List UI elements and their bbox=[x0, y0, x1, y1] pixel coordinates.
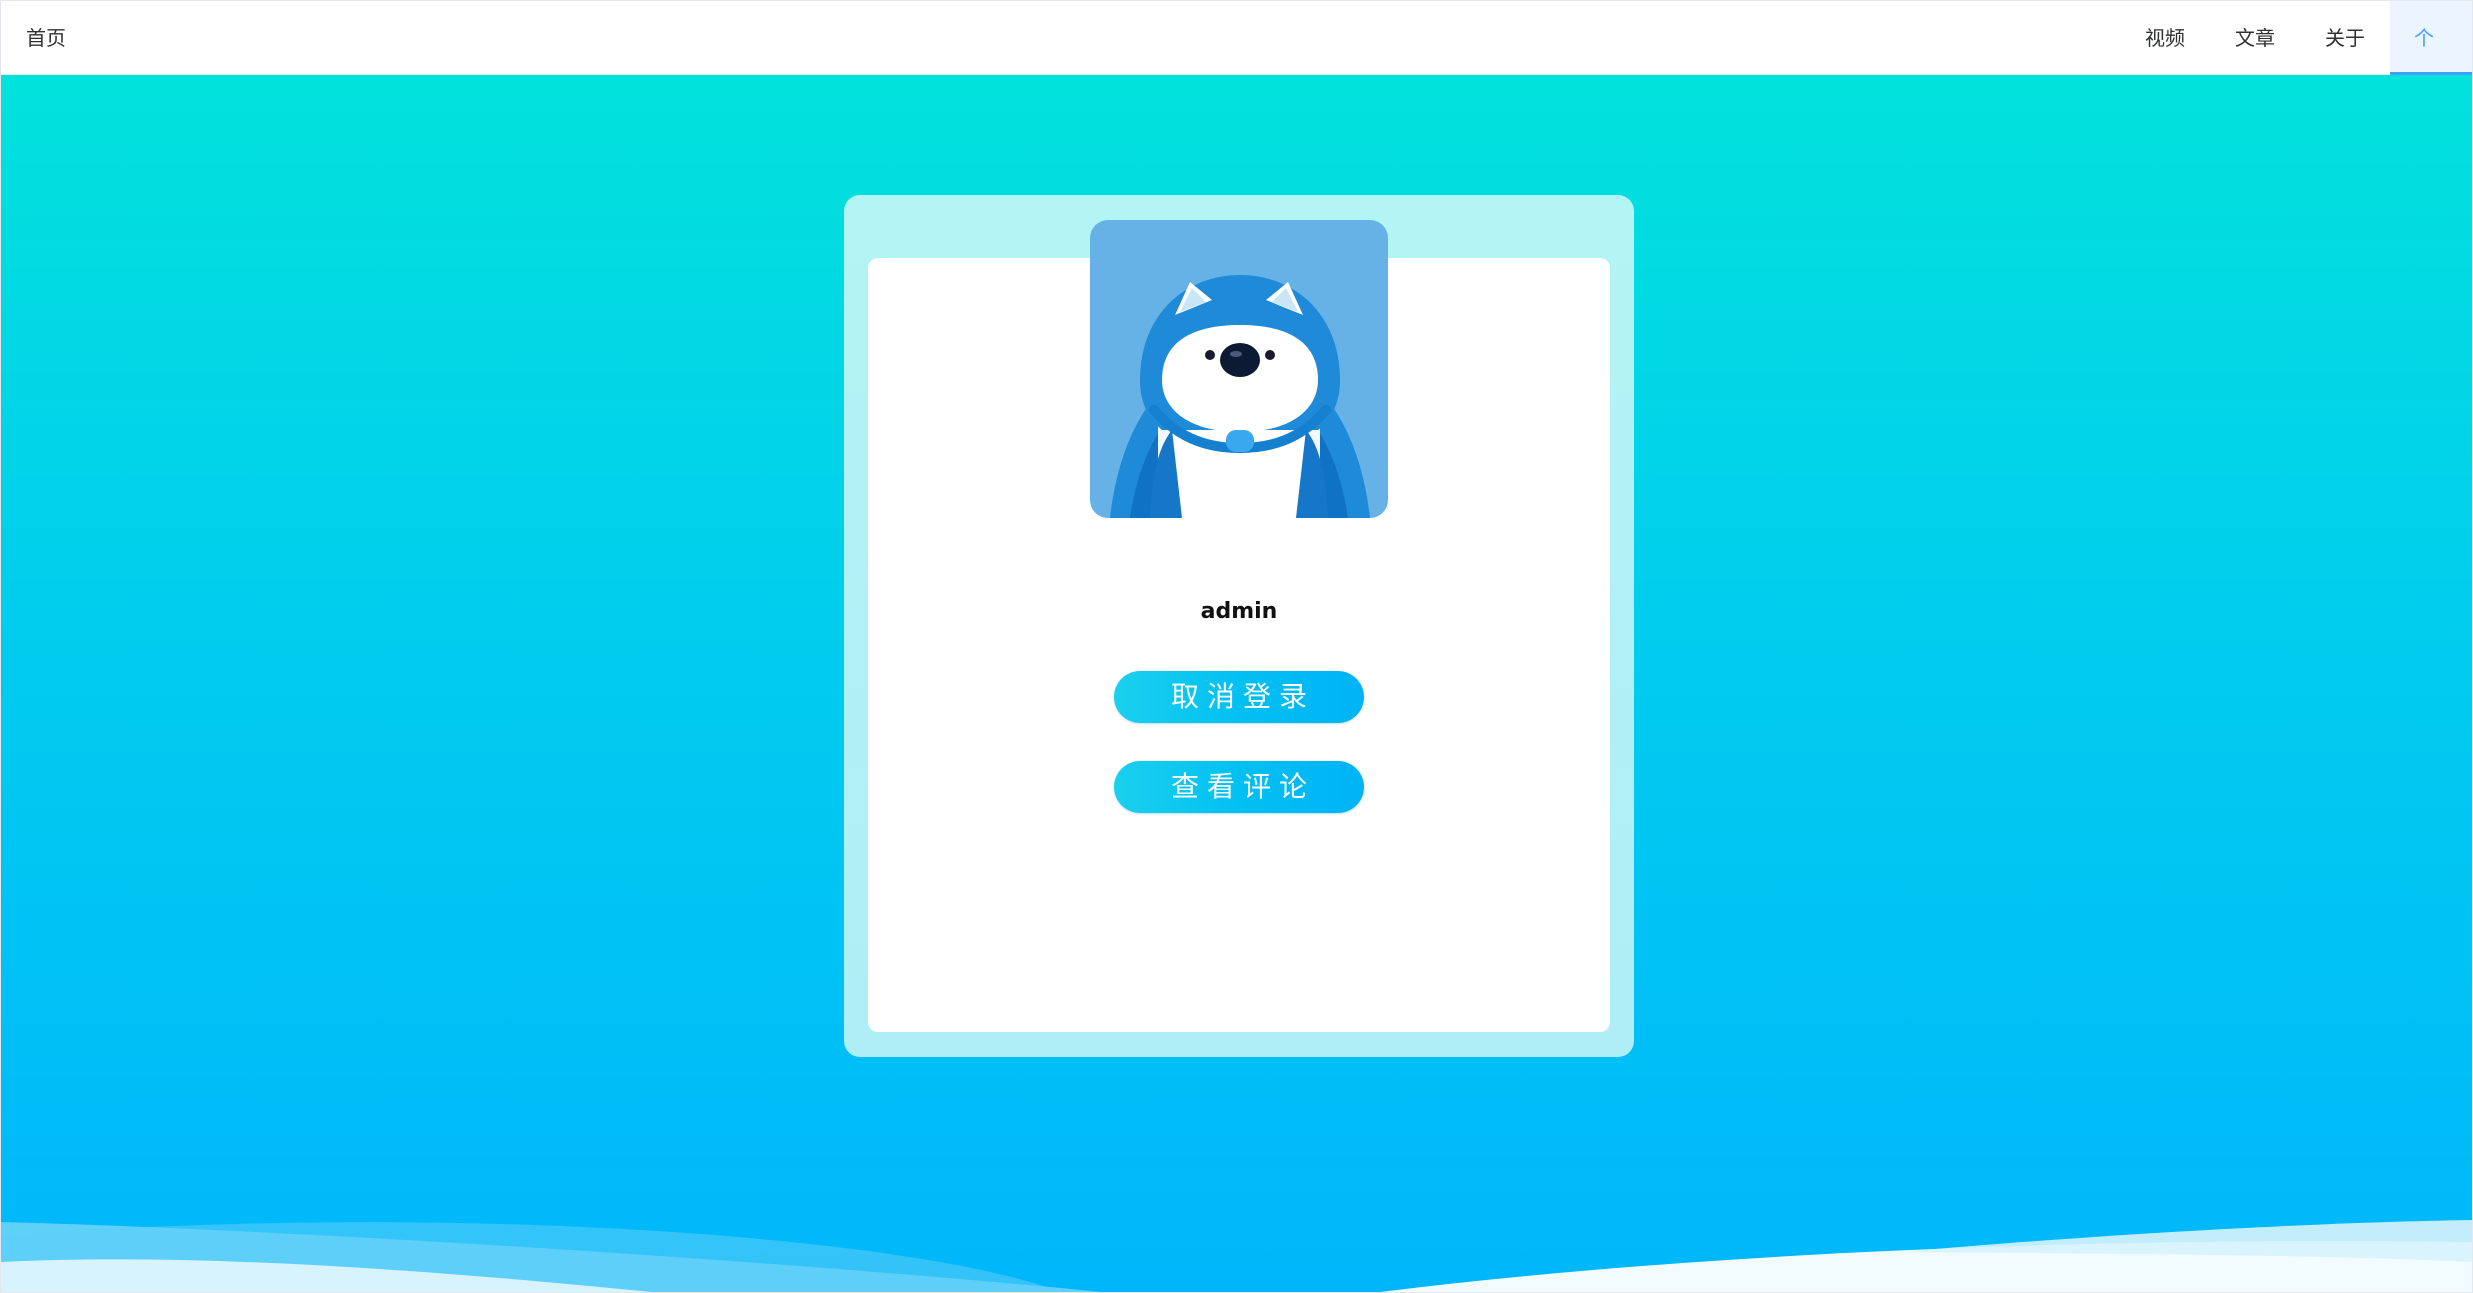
view-comments-button[interactable]: 查看评论 bbox=[1114, 761, 1364, 813]
nav-item-articles[interactable]: 文章 bbox=[2210, 1, 2300, 75]
profile-card: admin 取消登录 查看评论 bbox=[844, 195, 1634, 1057]
nav-menu: 视频 文章 关于 个人 bbox=[2120, 1, 2472, 124]
nav-home-link[interactable]: 首页 bbox=[26, 1, 66, 75]
avatar bbox=[1090, 220, 1388, 518]
nav-item-profile[interactable]: 个人 bbox=[2390, 1, 2472, 124]
wave-decoration bbox=[1, 1220, 2472, 1292]
nav-item-about[interactable]: 关于 bbox=[2300, 1, 2390, 75]
top-navbar: 首页 视频 文章 关于 个人 bbox=[1, 1, 2472, 124]
logout-button[interactable]: 取消登录 bbox=[1114, 671, 1364, 723]
nav-item-video[interactable]: 视频 bbox=[2120, 1, 2210, 75]
app-window: 首页 视频 文章 关于 个人 bbox=[0, 0, 2473, 1293]
husky-hoodie-avatar-icon bbox=[1110, 275, 1370, 518]
username: admin bbox=[1200, 599, 1278, 624]
